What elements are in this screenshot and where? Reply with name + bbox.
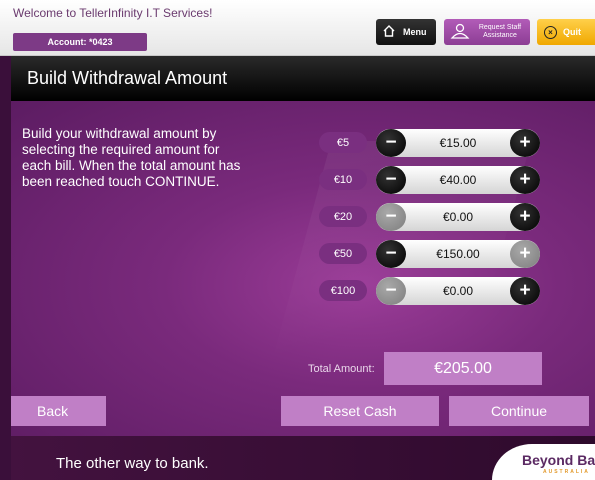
top-bar: Welcome to TellerInfinity I.T Services! …: [0, 0, 595, 56]
quit-label: Quit: [563, 27, 581, 37]
denomination-label: €50: [319, 243, 367, 264]
increase-button[interactable]: +: [510, 203, 540, 231]
denomination-label: €100: [319, 280, 367, 301]
increase-button[interactable]: +: [510, 129, 540, 157]
amount-stepper: − €15.00 +: [376, 129, 540, 157]
amount-value: €40.00: [439, 173, 477, 187]
home-icon: [382, 24, 396, 40]
decrease-button[interactable]: −: [376, 129, 406, 157]
person-icon: [449, 23, 471, 42]
amount-stepper: − €0.00 +: [376, 277, 540, 305]
total-amount: €205.00: [384, 352, 542, 385]
quit-button[interactable]: × Quit: [537, 19, 595, 45]
welcome-text: Welcome to TellerInfinity I.T Services!: [13, 6, 213, 20]
decrease-button[interactable]: −: [376, 277, 406, 305]
tagline: The other way to bank.: [56, 455, 209, 472]
increase-button[interactable]: +: [510, 240, 540, 268]
staff-label-line2: Assistance: [483, 32, 517, 39]
brand-subtitle: AUSTRALIA: [543, 469, 590, 475]
decrease-button[interactable]: −: [376, 166, 406, 194]
amount-stepper: − €150.00 +: [376, 240, 540, 268]
back-button[interactable]: Back: [11, 396, 106, 426]
continue-button[interactable]: Continue: [449, 396, 589, 426]
main-panel: Build your withdrawal amount by selectin…: [11, 101, 595, 436]
brand-name: Beyond Bank: [522, 452, 595, 468]
staff-label-line1: Request Staff: [478, 24, 522, 31]
close-icon: ×: [544, 25, 557, 39]
increase-button[interactable]: +: [510, 277, 540, 305]
brand-logo: Beyond Bank AUSTRALIA: [492, 444, 595, 480]
amount-stepper: − €0.00 +: [376, 203, 540, 231]
account-badge: Account: *0423: [13, 33, 147, 51]
amount-value: €0.00: [442, 284, 474, 298]
amount-stepper: − €40.00 +: [376, 166, 540, 194]
increase-button[interactable]: +: [510, 166, 540, 194]
denomination-label: €10: [319, 169, 367, 190]
instructions-text: Build your withdrawal amount by selectin…: [22, 126, 241, 189]
denomination-label: €5: [319, 132, 367, 153]
amount-value: €15.00: [439, 136, 477, 150]
decrease-button[interactable]: −: [376, 203, 406, 231]
reset-cash-button[interactable]: Reset Cash: [281, 396, 439, 426]
total-label: Total Amount:: [308, 363, 375, 375]
decrease-button[interactable]: −: [376, 240, 406, 268]
request-staff-button[interactable]: Request Staff Assistance: [444, 19, 530, 45]
amount-value: €150.00: [436, 247, 480, 261]
menu-label: Menu: [403, 27, 427, 37]
amount-value: €0.00: [442, 210, 474, 224]
denomination-label: €20: [319, 206, 367, 227]
page-title: Build Withdrawal Amount: [27, 68, 228, 88]
footer: The other way to bank. Beyond Bank AUSTR…: [11, 436, 595, 480]
menu-button[interactable]: Menu: [376, 19, 436, 45]
page-title-bar: Build Withdrawal Amount: [11, 56, 595, 101]
